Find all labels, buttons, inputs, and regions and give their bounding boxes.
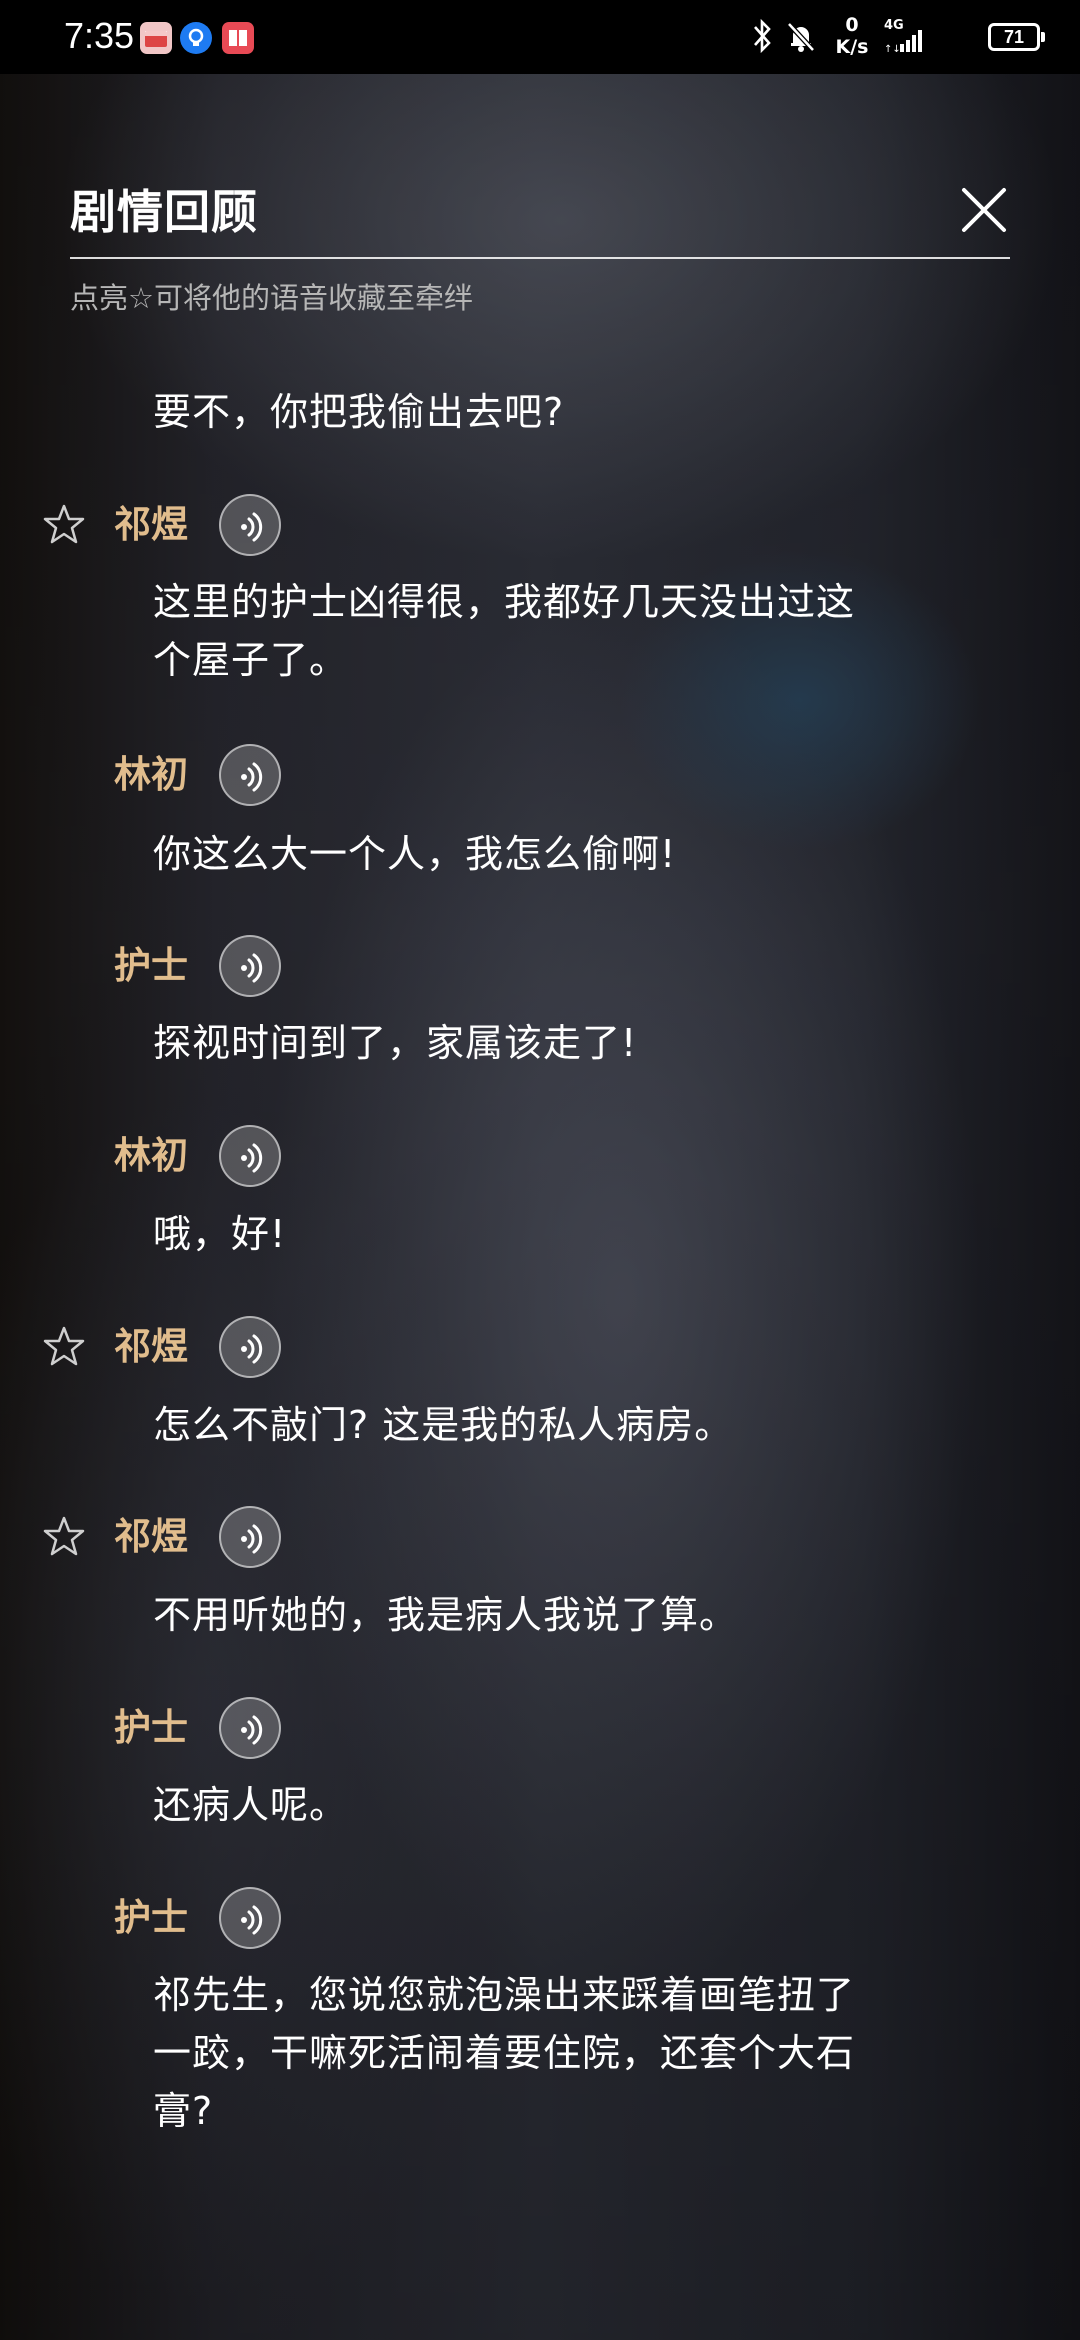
dialogue-line: 这里的护士凶得很，我都好几天没出过这 个屋子了。 bbox=[153, 573, 973, 689]
dialogue-line-part: 祁先生，您说您就泡澡出来踩着画笔扭了 bbox=[153, 1973, 856, 2017]
dialogue-line: 不用听她的，我是病人我说了算。 bbox=[153, 1593, 739, 1637]
voice-play-button[interactable] bbox=[219, 1316, 281, 1378]
star-outline-icon bbox=[43, 504, 85, 544]
net-speed: 0 K/s bbox=[832, 14, 872, 58]
voice-play-button[interactable] bbox=[219, 1887, 281, 1949]
speaker-name: 护士 bbox=[114, 1895, 188, 1939]
svg-text:↑↓: ↑↓ bbox=[884, 44, 901, 54]
status-time: 7:35 bbox=[64, 15, 135, 56]
speaker-name: 护士 bbox=[114, 943, 188, 987]
voice-play-button[interactable] bbox=[219, 494, 281, 556]
voice-play-icon bbox=[241, 953, 263, 983]
star-outline-icon bbox=[43, 1326, 85, 1366]
close-button[interactable] bbox=[956, 182, 1012, 238]
dialogue-line: 要不，你把我偷出去吧? bbox=[153, 390, 565, 434]
dialogue-line: 探视时间到了，家属该走了! bbox=[153, 1021, 638, 1065]
voice-play-icon bbox=[241, 1143, 263, 1173]
star-outline-icon bbox=[43, 1516, 85, 1556]
status-icons: 0 K/s 4G ↑↓ 71 bbox=[750, 14, 1045, 60]
voice-play-icon bbox=[241, 512, 263, 542]
voice-play-icon bbox=[241, 1905, 263, 1935]
speaker-name: 祁煜 bbox=[114, 502, 188, 546]
dialogue-line: 还病人呢。 bbox=[153, 1783, 349, 1827]
dialogue-line: 祁先生，您说您就泡澡出来踩着画笔扭了 一跤，干嘛死活闹着要住院，还套个大石 膏? bbox=[153, 1966, 973, 2140]
dialogue-line: 哦，好! bbox=[153, 1212, 287, 1256]
status-bar: 7:35 0 K/s 4G ↑↓ 71 bbox=[0, 0, 1080, 74]
voice-play-button[interactable] bbox=[219, 1506, 281, 1568]
mute-bell-icon bbox=[784, 20, 818, 58]
favorite-hint: 点亮☆可将他的语音收藏至牵绊 bbox=[70, 281, 473, 315]
net-speed-value: 0 bbox=[845, 14, 859, 36]
dialogue-line: 你这么大一个人，我怎么偷啊! bbox=[153, 832, 677, 876]
voice-play-button[interactable] bbox=[219, 935, 281, 997]
notification-app-icon-2 bbox=[180, 22, 212, 54]
speaker-name: 祁煜 bbox=[114, 1514, 188, 1558]
dialogue-line-part: 膏? bbox=[153, 2089, 214, 2133]
voice-play-icon bbox=[241, 762, 263, 792]
notification-app-icon-3 bbox=[222, 22, 254, 54]
voice-play-icon bbox=[241, 1524, 263, 1554]
dialogue-line-part: 一跤，干嘛死活闹着要住院，还套个大石 bbox=[153, 2031, 856, 2075]
dialogue-line-part: 个屋子了。 bbox=[153, 638, 349, 682]
dialogue-line: 怎么不敲门? 这是我的私人病房。 bbox=[153, 1403, 734, 1447]
voice-play-button[interactable] bbox=[219, 1697, 281, 1759]
voice-play-icon bbox=[241, 1715, 263, 1745]
battery-indicator: 71 bbox=[988, 23, 1045, 51]
speaker-name: 林初 bbox=[114, 752, 188, 796]
voice-play-button[interactable] bbox=[219, 744, 281, 806]
favorite-star-button[interactable] bbox=[42, 502, 86, 546]
bluetooth-icon bbox=[750, 18, 774, 58]
speaker-name: 林初 bbox=[114, 1133, 188, 1177]
voice-play-icon bbox=[241, 1334, 263, 1364]
net-speed-unit: K/s bbox=[835, 36, 869, 58]
page-title: 剧情回顾 bbox=[70, 185, 258, 239]
close-icon bbox=[962, 188, 1006, 232]
voice-play-button[interactable] bbox=[219, 1125, 281, 1187]
header-divider bbox=[70, 257, 1010, 259]
favorite-star-button[interactable] bbox=[42, 1324, 86, 1368]
speaker-name: 护士 bbox=[114, 1705, 188, 1749]
notification-app-icon-1 bbox=[140, 22, 172, 54]
signal-icon: ↑↓ bbox=[884, 28, 924, 58]
speaker-name: 祁煜 bbox=[114, 1324, 188, 1368]
dialogue-line-part: 这里的护士凶得很，我都好几天没出过这 bbox=[153, 580, 856, 624]
favorite-star-button[interactable] bbox=[42, 1514, 86, 1558]
